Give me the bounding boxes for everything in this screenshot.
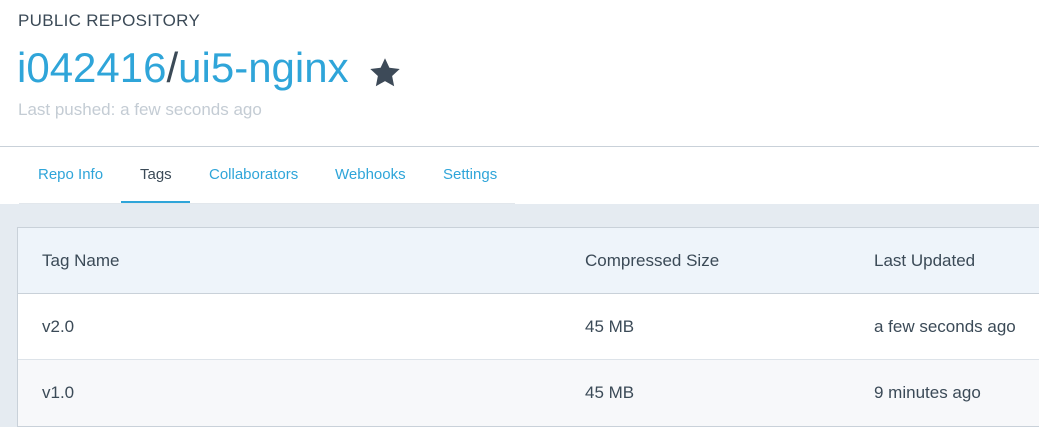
- tab-webhooks[interactable]: Webhooks: [335, 147, 406, 203]
- tag-name-cell: v1.0: [42, 383, 75, 402]
- column-header-compressed-size[interactable]: Compressed Size: [585, 228, 719, 293]
- tabs: Repo Info Tags Collaborators Webhooks Se…: [19, 147, 515, 204]
- column-header-tag-name[interactable]: Tag Name: [42, 228, 119, 293]
- tab-bar: Repo Info Tags Collaborators Webhooks Se…: [0, 147, 1039, 204]
- last-updated-cell: a few seconds ago: [874, 316, 1016, 336]
- star-icon[interactable]: [367, 51, 403, 87]
- tags-table: Tag Name Compressed Size Last Updated v2…: [17, 227, 1039, 427]
- repo-header: PUBLIC REPOSITORY i042416/ui5-nginx Last…: [0, 0, 1039, 146]
- table-row[interactable]: v2.0 45 MB a few seconds ago: [18, 294, 1039, 360]
- repo-namespace-link[interactable]: i042416: [17, 42, 166, 94]
- active-tab-indicator: [121, 201, 190, 203]
- column-header-last-updated[interactable]: Last Updated: [874, 228, 975, 293]
- compressed-size-cell: 45 MB: [585, 316, 635, 336]
- repo-name: ui5-nginx: [178, 44, 349, 91]
- repo-visibility-label: PUBLIC REPOSITORY: [18, 11, 201, 30]
- repo-title: i042416/ui5-nginx: [17, 42, 403, 94]
- tab-collaborators[interactable]: Collaborators: [209, 147, 298, 203]
- compressed-size-cell: 45 MB: [585, 383, 635, 402]
- tab-repo-info[interactable]: Repo Info: [38, 147, 103, 203]
- last-updated-cell: 9 minutes ago: [874, 383, 981, 402]
- tab-tags[interactable]: Tags: [140, 147, 172, 203]
- tags-content: Tag Name Compressed Size Last Updated v2…: [0, 204, 1039, 427]
- tab-settings[interactable]: Settings: [443, 147, 497, 203]
- table-header: Tag Name Compressed Size Last Updated: [18, 228, 1039, 294]
- table-row[interactable]: v1.0 45 MB 9 minutes ago: [18, 360, 1039, 426]
- repo-title-separator: /: [166, 44, 179, 91]
- tag-name-cell: v2.0: [42, 316, 75, 336]
- last-pushed-text: Last pushed: a few seconds ago: [18, 100, 262, 119]
